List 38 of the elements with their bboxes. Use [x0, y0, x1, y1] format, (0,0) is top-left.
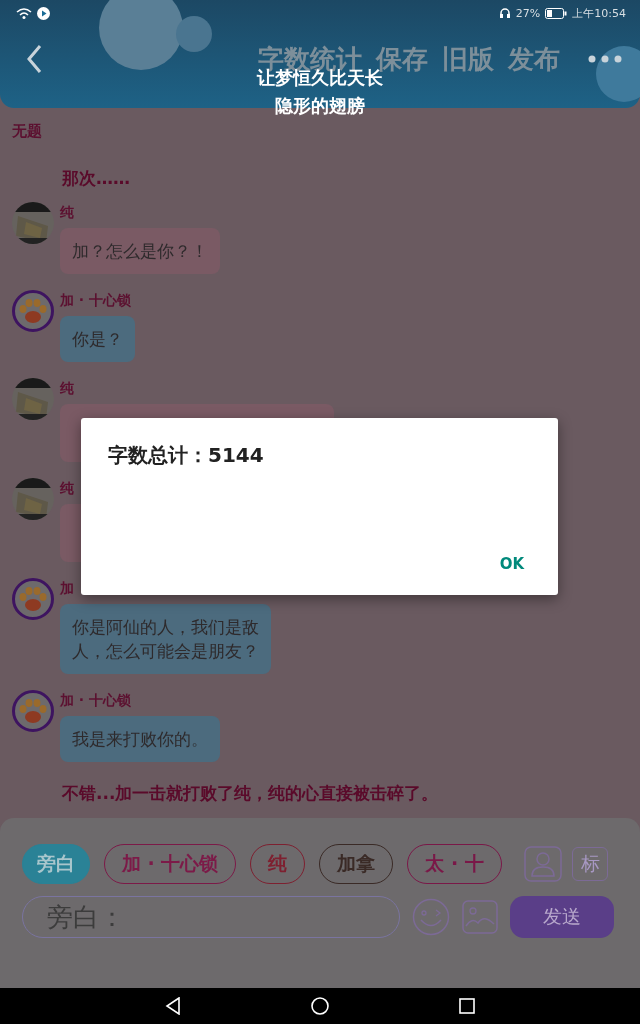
- toolbar-button[interactable]: 旧版: [442, 41, 494, 77]
- sender-name: 纯: [60, 480, 74, 498]
- paw-avatar-icon: [12, 290, 54, 332]
- toolbar-button[interactable]: 发布: [508, 41, 560, 77]
- ok-button[interactable]: OK: [493, 551, 530, 577]
- recents-icon[interactable]: [459, 998, 475, 1014]
- paw-avatar-icon: [12, 690, 54, 732]
- send-button[interactable]: 发送: [510, 896, 614, 938]
- sender-name: 加 · 十心锁: [60, 692, 132, 710]
- paw-avatar-icon: [12, 578, 54, 620]
- battery-percent: 27%: [515, 6, 541, 20]
- headphones-icon: [498, 7, 511, 19]
- play-icon: [37, 6, 50, 20]
- character-tab[interactable]: 加 · 十心锁: [104, 844, 237, 884]
- character-tab[interactable]: 加拿: [319, 844, 394, 884]
- character-tab[interactable]: 太 · 十: [407, 844, 502, 884]
- message-bubble: 你是阿仙的人，我们是敌 人，怎么可能会是朋友？: [60, 604, 271, 674]
- subtitle-text: 隐形的翅膀: [275, 94, 365, 118]
- clock: 上午10:54: [572, 5, 626, 21]
- dialog-message: 字数总计：5144: [108, 442, 265, 469]
- more-icon[interactable]: [588, 55, 622, 63]
- character-tab[interactable]: 纯: [250, 844, 306, 884]
- sender-name: 纯: [60, 204, 74, 222]
- narration-text: 那次……: [62, 167, 131, 190]
- message-bubble: 你是？: [60, 316, 135, 362]
- sender-name: 加 · 十心锁: [60, 292, 132, 310]
- character-tab[interactable]: 旁白: [22, 844, 90, 884]
- battery-icon: [545, 7, 568, 19]
- narration-text: 不错...加一击就打败了纯，纯的心直接被击碎了。: [62, 782, 440, 805]
- document-title: 无题: [12, 122, 43, 141]
- tag-button[interactable]: 标: [572, 847, 608, 881]
- circle-decoration-drawing: [594, 44, 640, 104]
- wifi-icon: [16, 7, 32, 19]
- sender-name: 加: [60, 580, 74, 598]
- home-icon[interactable]: [311, 997, 329, 1015]
- message-bubble: 我是来打败你的。: [60, 716, 220, 762]
- message-bubble: 加？怎么是你？！: [60, 228, 220, 274]
- sender-name: 纯: [60, 380, 74, 398]
